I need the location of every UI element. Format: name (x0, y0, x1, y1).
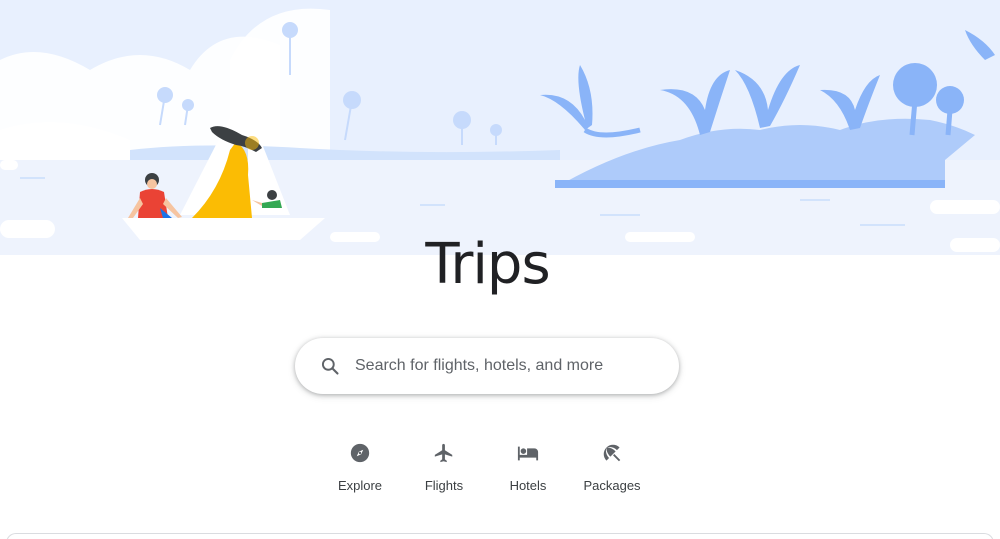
category-nav: Explore Flights Hotels Packages (0, 440, 1000, 500)
page-title: Trips (425, 232, 550, 297)
airplane-icon (432, 440, 456, 466)
content-card-edge (6, 533, 994, 539)
hotels-label: Hotels (509, 478, 547, 493)
search-input[interactable] (355, 357, 655, 375)
explore-label: Explore (337, 478, 383, 493)
packages-label: Packages (583, 478, 641, 493)
search-icon[interactable] (319, 355, 341, 377)
trips-page: Trips Explore (0, 0, 1000, 539)
flights-label: Flights (424, 478, 464, 493)
explore-button[interactable]: Explore (318, 440, 402, 498)
bed-icon (516, 440, 540, 466)
beach-umbrella-icon (600, 440, 624, 466)
search-bar[interactable] (295, 338, 679, 394)
compass-icon (348, 440, 372, 466)
flights-button[interactable]: Flights (402, 440, 486, 498)
hotels-button[interactable]: Hotels (486, 440, 570, 498)
packages-button[interactable]: Packages (570, 440, 654, 498)
